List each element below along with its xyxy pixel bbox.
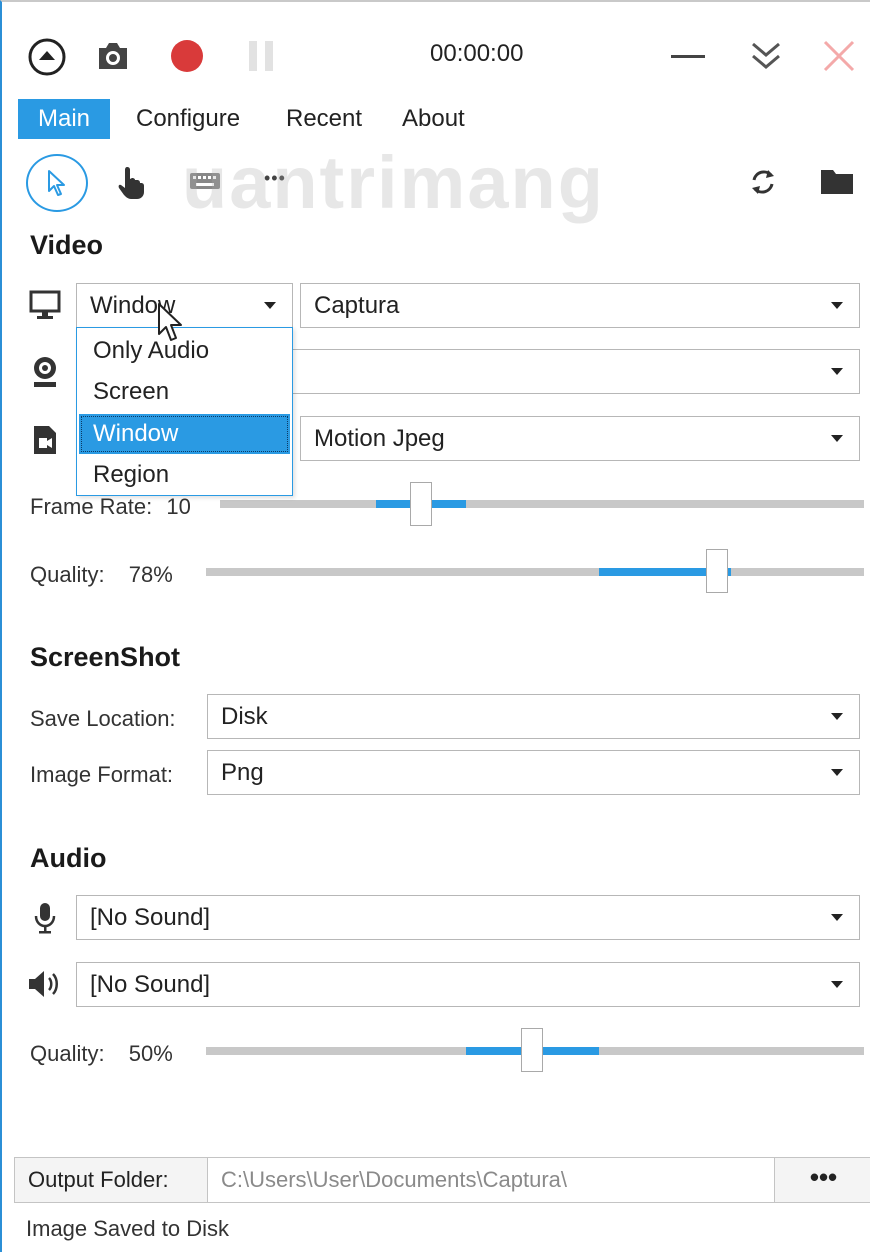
refresh-icon[interactable]: [746, 164, 780, 200]
dropdown-option-region[interactable]: Region: [79, 455, 290, 495]
watermark-text: uantrimang: [182, 141, 605, 224]
video-codec-value: Motion Jpeg: [314, 425, 445, 452]
browse-folder-button[interactable]: •••: [774, 1158, 870, 1202]
chevron-down-icon: [831, 769, 843, 776]
tab-recent[interactable]: Recent: [266, 99, 382, 139]
record-icon[interactable]: [168, 37, 206, 75]
minimize-icon[interactable]: [668, 38, 708, 74]
video-quality-label: Quality: 78%: [30, 562, 173, 587]
video-file-icon: [30, 422, 60, 458]
frame-rate-label: Frame Rate: 10: [30, 494, 191, 519]
video-source-dropdown: Only Audio Screen Window Region: [76, 327, 293, 496]
pause-icon[interactable]: [244, 38, 278, 74]
frame-rate-value: 10: [166, 494, 191, 519]
video-section-title: Video: [30, 230, 104, 260]
chevron-down-icon: [264, 302, 276, 309]
more-icon[interactable]: •••: [264, 168, 286, 189]
tab-configure[interactable]: Configure: [116, 99, 260, 139]
status-text: Image Saved to Disk: [26, 1216, 229, 1241]
captura-window: 00:00:00 Main Configure Recent About •••…: [0, 0, 870, 1252]
screenshot-section-title: ScreenShot: [30, 642, 181, 672]
image-format-label: Image Format:: [30, 762, 174, 787]
speaker-icon: [26, 966, 64, 1002]
keyboard-icon[interactable]: [188, 168, 222, 194]
chevron-down-icon: [831, 713, 843, 720]
output-folder-path[interactable]: C:\Users\User\Documents\Captura\: [208, 1158, 774, 1202]
hand-pointer-icon[interactable]: [114, 162, 148, 202]
camera-icon[interactable]: [94, 38, 132, 74]
monitor-icon: [28, 288, 62, 322]
video-quality-slider-thumb[interactable]: [706, 549, 728, 593]
mouse-pointer-icon: [157, 302, 185, 349]
chevron-down-icon: [831, 981, 843, 988]
video-codec-select[interactable]: Motion Jpeg: [300, 416, 860, 461]
dropdown-option-window[interactable]: Window: [79, 414, 290, 454]
cursor-icon: [48, 170, 65, 196]
audio-quality-value: 50%: [128, 1041, 173, 1066]
recording-timer: 00:00:00: [430, 40, 524, 67]
cursor-toggle-button[interactable]: [26, 154, 88, 212]
microphone-select[interactable]: [No Sound]: [76, 895, 860, 940]
tab-about[interactable]: About: [382, 99, 485, 139]
collapse-up-icon[interactable]: [26, 36, 68, 78]
save-location-label: Save Location:: [30, 706, 176, 731]
microphone-select-value: [No Sound]: [90, 904, 211, 931]
folder-icon[interactable]: [818, 164, 856, 198]
output-folder-label: Output Folder:: [14, 1158, 208, 1202]
microphone-icon: [30, 900, 60, 936]
image-format-select[interactable]: Png: [207, 750, 860, 795]
chevron-down-icon: [831, 435, 843, 442]
window-select[interactable]: Captura: [300, 283, 860, 328]
window-select-value: Captura: [314, 292, 400, 319]
speaker-select[interactable]: [No Sound]: [76, 962, 860, 1007]
tab-main[interactable]: Main: [18, 99, 111, 139]
save-location-value: Disk: [221, 703, 268, 730]
audio-quality-label: Quality: 50%: [30, 1041, 173, 1066]
dropdown-option-screen[interactable]: Screen: [79, 372, 290, 412]
video-quality-slider[interactable]: [206, 568, 864, 576]
audio-section-title: Audio: [30, 843, 107, 873]
close-icon[interactable]: [818, 36, 860, 76]
chevron-down-icon: [831, 302, 843, 309]
frame-rate-slider[interactable]: [220, 500, 864, 508]
webcam-icon: [28, 354, 62, 390]
chevron-double-down-icon[interactable]: [746, 36, 786, 76]
speaker-select-value: [No Sound]: [90, 971, 211, 998]
frame-rate-slider-thumb[interactable]: [410, 482, 432, 526]
chevron-down-icon: [831, 368, 843, 375]
video-quality-value: 78%: [128, 562, 173, 587]
image-format-value: Png: [221, 759, 264, 786]
audio-quality-slider-thumb[interactable]: [521, 1028, 543, 1072]
output-folder-row: Output Folder: C:\Users\User\Documents\C…: [14, 1157, 870, 1203]
save-location-select[interactable]: Disk: [207, 694, 860, 739]
chevron-down-icon: [831, 914, 843, 921]
